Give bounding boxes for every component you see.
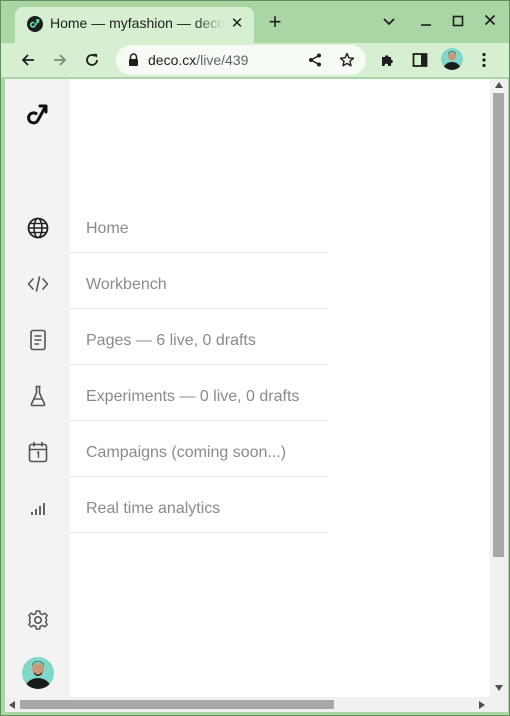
minimize-icon[interactable] — [414, 11, 438, 33]
nav-item-campaigns[interactable]: Campaigns (coming soon...) — [70, 421, 327, 477]
maximize-icon[interactable] — [446, 11, 470, 33]
nav-item-label: Campaigns (coming soon...) — [86, 444, 287, 461]
nav-item-label: Workbench — [86, 276, 167, 293]
nav-item-label: Pages — 6 live, 0 drafts — [86, 332, 256, 349]
nav-item-experiments[interactable]: Experiments — 0 live, 0 drafts — [70, 365, 327, 421]
page-viewport: Home Workbench Pages — 6 live, 0 drafts … — [5, 79, 508, 712]
nav-item-home[interactable]: Home — [70, 197, 327, 253]
forward-arrow-icon[interactable] — [47, 47, 73, 73]
back-arrow-icon[interactable] — [15, 47, 41, 73]
url-host: deco.cx — [148, 52, 197, 68]
nav-item-label: Experiments — 0 live, 0 drafts — [86, 388, 300, 405]
share-icon[interactable] — [306, 51, 324, 69]
scroll-up-icon[interactable] — [495, 82, 503, 88]
url-path: /live/439 — [196, 52, 249, 68]
vertical-scroll-thumb[interactable] — [493, 93, 504, 557]
chevron-down-icon[interactable] — [377, 11, 401, 33]
horizontal-scrollbar[interactable] — [5, 697, 508, 712]
nav-item-pages[interactable]: Pages — 6 live, 0 drafts — [70, 309, 327, 365]
avatar[interactable] — [22, 657, 54, 689]
reload-icon[interactable] — [79, 47, 105, 73]
tab-strip: Home — myfashion — deco.cx ✕ + — [1, 1, 509, 43]
lock-icon — [128, 53, 139, 72]
close-icon[interactable] — [478, 11, 502, 33]
kebab-menu-icon[interactable] — [471, 47, 497, 73]
scroll-left-icon[interactable] — [9, 701, 15, 709]
deco-logo-icon[interactable] — [25, 103, 51, 129]
tab-active[interactable]: Home — myfashion — deco.cx ✕ — [15, 7, 254, 43]
horizontal-scroll-thumb[interactable] — [20, 700, 334, 709]
nav-item-label: Home — [86, 220, 129, 237]
nav-item-analytics[interactable]: Real time analytics — [70, 477, 327, 533]
new-tab-button[interactable]: + — [263, 11, 287, 35]
puzzle-icon[interactable] — [375, 47, 401, 73]
address-bar[interactable]: deco.cx/live/439 — [116, 45, 366, 75]
nav-item-label: Real time analytics — [86, 500, 221, 517]
browser-toolbar: deco.cx/live/439 — [1, 43, 509, 77]
nav-item-workbench[interactable]: Workbench — [70, 253, 327, 309]
vertical-scrollbar[interactable] — [490, 79, 508, 699]
scroll-right-icon[interactable] — [479, 701, 485, 709]
star-icon[interactable] — [338, 51, 356, 69]
document-icon[interactable] — [26, 328, 50, 352]
calendar-icon[interactable] — [26, 440, 50, 464]
sidebar — [5, 79, 70, 699]
gear-icon[interactable] — [26, 608, 50, 632]
tab-title: Home — myfashion — deco.cx — [50, 15, 225, 31]
close-tab-icon[interactable]: ✕ — [228, 15, 246, 33]
avatar[interactable] — [441, 48, 463, 70]
code-icon[interactable] — [26, 272, 50, 296]
flask-icon[interactable] — [26, 384, 50, 408]
globe-icon[interactable] — [26, 216, 50, 240]
deco-logo-icon — [27, 16, 43, 32]
browser-window: Home — myfashion — deco.cx ✕ + deco.cx/l… — [0, 0, 510, 716]
side-panel-icon[interactable] — [407, 47, 433, 73]
bar-chart-icon[interactable] — [26, 496, 50, 520]
scroll-down-icon[interactable] — [495, 685, 503, 691]
url-text: deco.cx/live/439 — [148, 52, 248, 68]
